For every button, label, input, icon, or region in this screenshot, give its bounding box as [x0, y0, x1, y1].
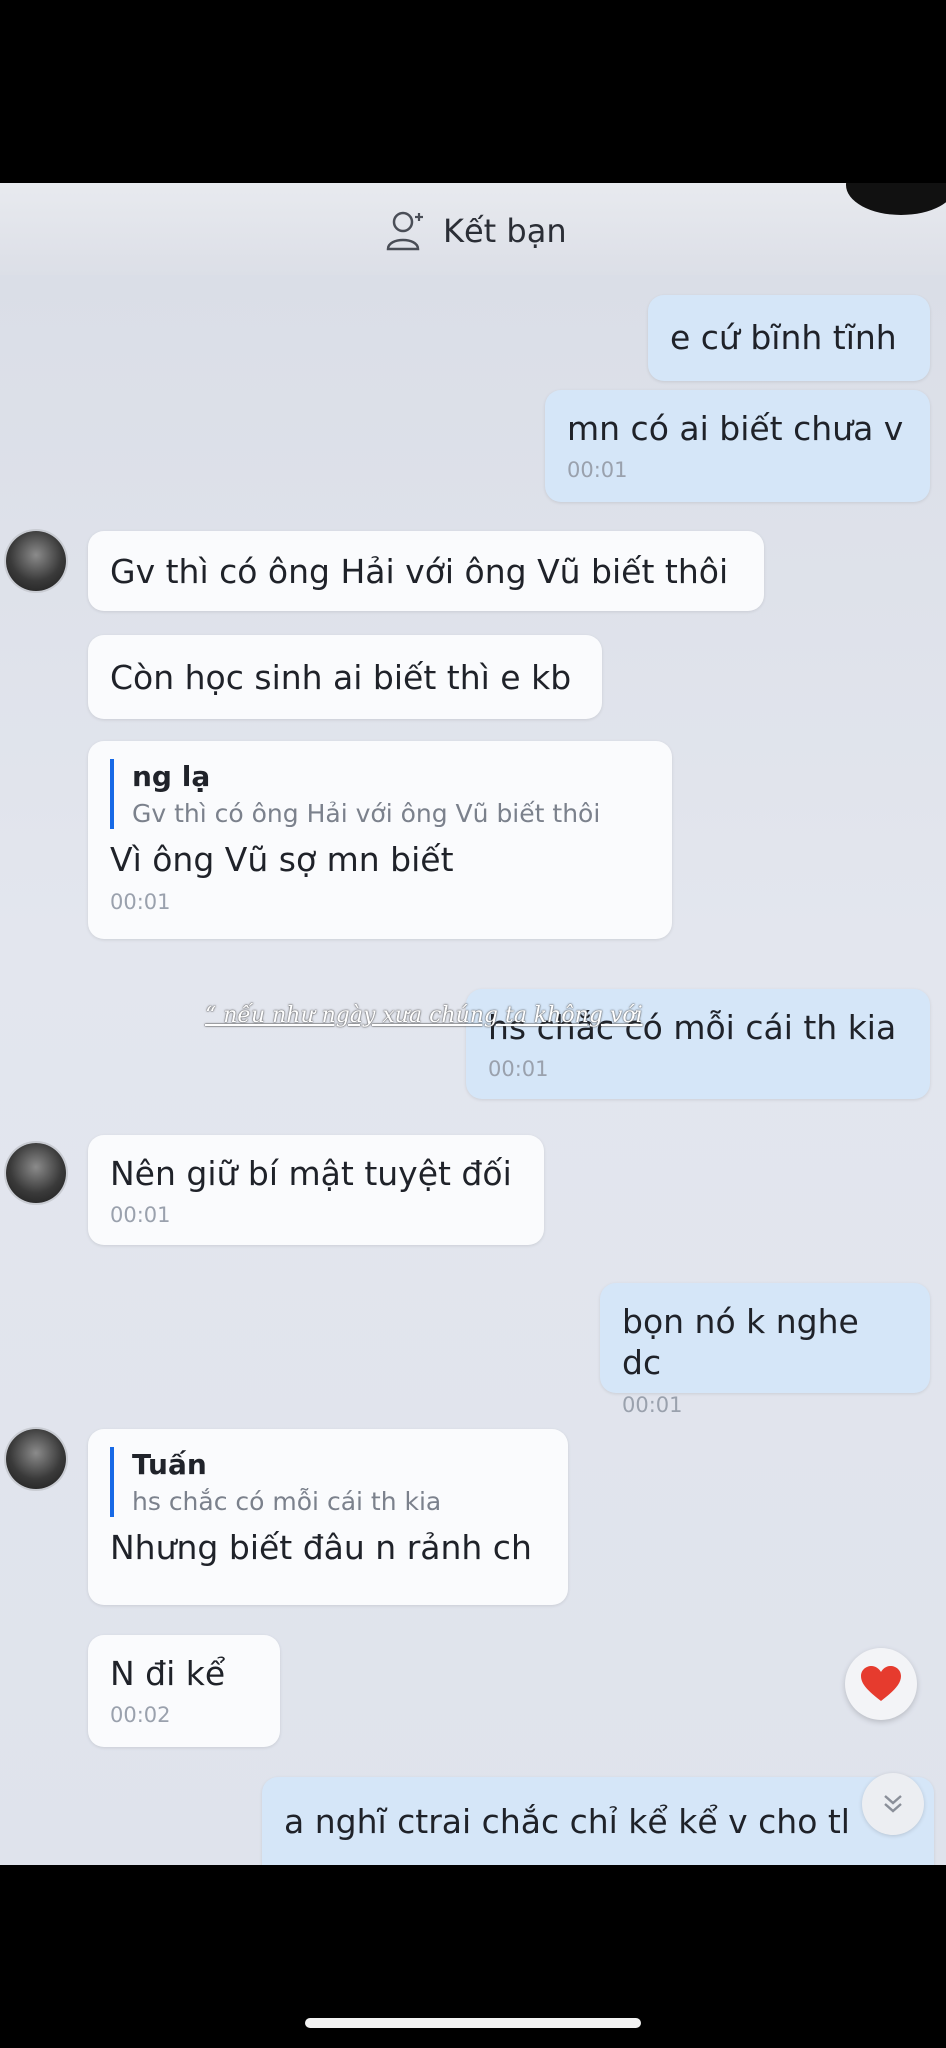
message-time: 00:01	[488, 1057, 549, 1082]
chat-header: Kết bạn	[0, 183, 946, 275]
add-friend-button[interactable]: Kết bạn	[385, 191, 567, 271]
avatar[interactable]	[6, 531, 66, 591]
message-bubble[interactable]: e cứ bĩnh tĩnh	[648, 295, 930, 381]
message-text: Nhưng biết đâu n rảnh ch	[110, 1528, 532, 1568]
quote-author: Tuấn	[132, 1448, 207, 1481]
message-text: Nên giữ bí mật tuyệt đối	[110, 1154, 512, 1193]
double-chevron-down-icon	[884, 1795, 902, 1813]
message-time: 00:01	[567, 458, 628, 483]
quote-author: ng lạ	[132, 760, 211, 793]
message-text: Vì ông Vũ sợ mn biết	[110, 840, 454, 880]
message-bubble[interactable]: bọn nó k nghe dc 00:01	[600, 1283, 930, 1417]
message-bubble[interactable]: a nghĩ ctrai chắc chỉ kể kể v cho tl	[262, 1777, 934, 1865]
message-text: bọn nó k nghe dc	[622, 1302, 859, 1383]
message-text: e cứ bĩnh tĩnh	[670, 318, 897, 357]
message-bubble[interactable]: Còn học sinh ai biết thì e kb	[88, 635, 602, 719]
add-friend-icon	[386, 211, 423, 251]
message-text: N đi kể	[110, 1654, 226, 1693]
video-watermark-text: “ nếu như ngày xưa chúng ta không với	[205, 1003, 643, 1028]
avatar[interactable]	[6, 1143, 66, 1203]
message-bubble[interactable]: Gv thì có ông Hải với ông Vũ biết thôi	[88, 531, 764, 611]
message-time: 00:01	[110, 889, 171, 914]
message-text: Còn học sinh ai biết thì e kb	[110, 658, 572, 697]
corner-shadow	[846, 183, 946, 215]
message-bubble[interactable]: N đi kể 00:02	[88, 1635, 280, 1747]
add-friend-label: Kết bạn	[443, 212, 567, 250]
message-bubble[interactable]: ng lạ Gv thì có ông Hải với ông Vũ biết …	[88, 741, 672, 939]
message-text: mn có ai biết chưa v	[567, 409, 904, 448]
chat-screen: Kết bạn e cứ bĩnh tĩnh mn có ai biết chư…	[0, 183, 946, 1865]
quoted-message[interactable]: ng lạ Gv thì có ông Hải với ông Vũ biết …	[110, 759, 650, 830]
message-time: 00:01	[110, 1203, 171, 1228]
message-bubble[interactable]: Tuấn hs chắc có mỗi cái th kia Nhưng biế…	[88, 1429, 568, 1605]
quote-text: Gv thì có ông Hải với ông Vũ biết thôi	[132, 799, 601, 828]
scroll-to-bottom-button[interactable]	[862, 1773, 924, 1835]
avatar[interactable]	[6, 1429, 66, 1489]
quoted-message[interactable]: Tuấn hs chắc có mỗi cái th kia	[110, 1447, 546, 1518]
message-bubble[interactable]: Nên giữ bí mật tuyệt đối 00:01	[88, 1135, 544, 1245]
message-bubble[interactable]: mn có ai biết chưa v 00:01	[545, 390, 930, 502]
home-indicator[interactable]	[305, 2018, 641, 2028]
reaction-button[interactable]	[845, 1648, 917, 1720]
message-time: 00:01	[622, 1392, 683, 1417]
message-text: a nghĩ ctrai chắc chỉ kể kể v cho tl	[284, 1802, 850, 1841]
heart-icon	[861, 1666, 901, 1701]
quote-text: hs chắc có mỗi cái th kia	[132, 1487, 442, 1516]
message-text: Gv thì có ông Hải với ông Vũ biết thôi	[110, 552, 729, 591]
message-time: 00:02	[110, 1703, 171, 1728]
